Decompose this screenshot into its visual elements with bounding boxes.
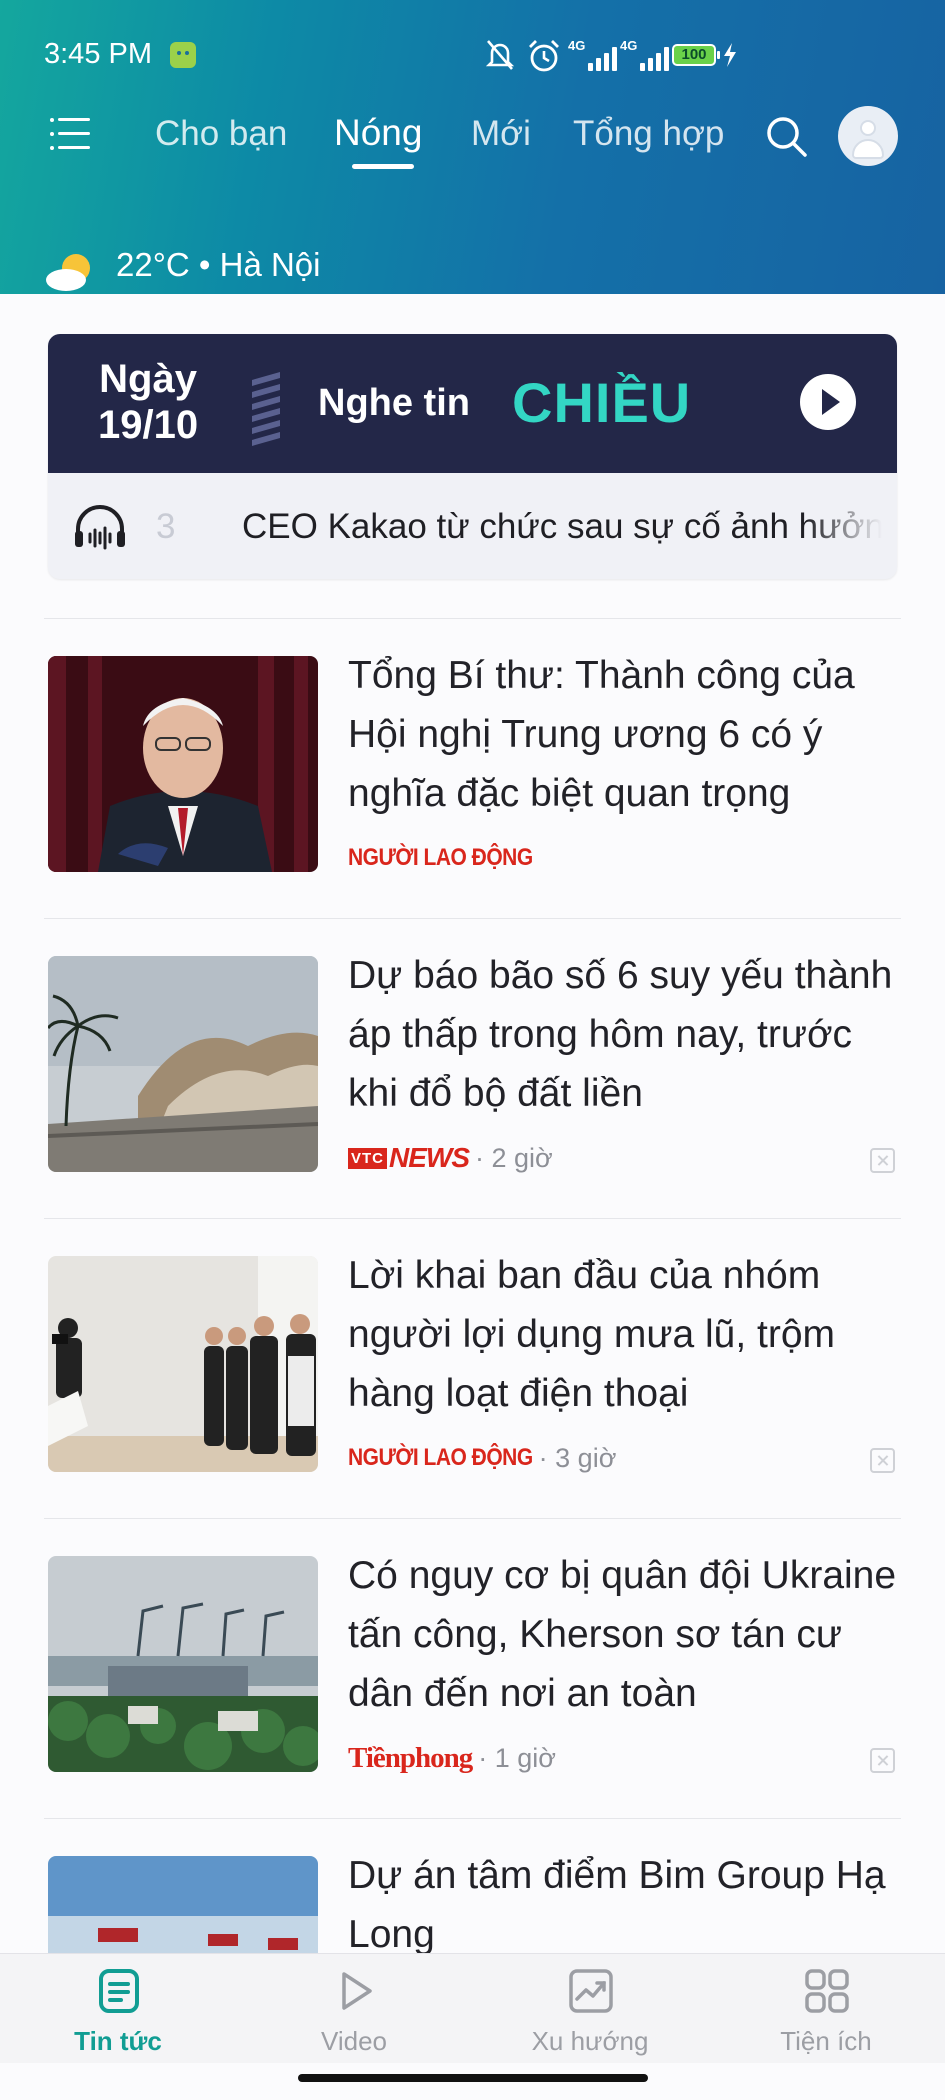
network-type-label: 4G bbox=[568, 38, 586, 53]
trending-icon bbox=[569, 1969, 613, 2013]
dismiss-icon[interactable] bbox=[870, 1448, 895, 1473]
source-logo: Tiềnphong bbox=[348, 1741, 473, 1774]
article-thumbnail bbox=[48, 656, 318, 872]
audio-ticker-bar: 3 CEO Kakao từ chức sau sự cố ảnh hưởng bbox=[48, 473, 897, 579]
audio-date-value: 19/10 bbox=[98, 403, 199, 447]
tab-tong-hop[interactable]: Tổng hợp bbox=[573, 114, 724, 154]
signal-strength-icon: 4G bbox=[568, 38, 618, 71]
source-logo: NGƯỜI LAO ĐỘNG bbox=[348, 844, 533, 871]
news-item[interactable]: Tổng Bí thư: Thành công của Hội nghị Tru… bbox=[48, 654, 897, 874]
article-thumbnail bbox=[48, 956, 318, 1172]
android-icon bbox=[170, 42, 196, 68]
status-time: 3:45 PM bbox=[44, 38, 152, 70]
apps-grid-icon bbox=[805, 1969, 849, 2013]
divider bbox=[44, 1518, 901, 1519]
tab-moi[interactable]: Mới bbox=[471, 114, 531, 154]
article-thumbnail bbox=[48, 1856, 318, 1953]
audio-news-banner[interactable]: Ngày 19/10 Nghe tin CHIỀU 3 CEO Kakao từ… bbox=[48, 334, 897, 579]
audio-title-accent: CHIỀU bbox=[512, 371, 692, 434]
headphones-icon bbox=[75, 505, 125, 550]
article-meta: Tiềnphong · 1 giờ bbox=[348, 1742, 556, 1774]
avatar[interactable] bbox=[838, 106, 898, 166]
article-title[interactable]: Dự báo bão số 6 suy yếu thành áp thấp tr… bbox=[348, 946, 900, 1123]
divider bbox=[44, 918, 901, 919]
source-logo-vtc: VTC bbox=[348, 1147, 387, 1169]
source-logo: VTC NEWS bbox=[348, 1142, 470, 1174]
charging-icon bbox=[724, 43, 736, 67]
app-header: 3:45 PM 4G 4G 100 Cho bạn Nóng Mới Tổng … bbox=[0, 0, 945, 294]
dismiss-icon[interactable] bbox=[870, 1748, 895, 1773]
weather-text: 22°C • Hà Nội bbox=[116, 246, 321, 283]
article-title[interactable]: Có nguy cơ bị quân đội Ukraine tấn công,… bbox=[348, 1546, 900, 1723]
news-icon bbox=[99, 1969, 139, 2013]
nav-label: Xu hướng bbox=[531, 2026, 649, 2056]
divider bbox=[44, 1818, 901, 1819]
partly-cloudy-icon bbox=[46, 254, 90, 291]
nav-tin-tuc[interactable]: Tin tức bbox=[0, 1954, 236, 2064]
tab-cho-ban[interactable]: Cho bạn bbox=[155, 114, 287, 154]
nav-label: Video bbox=[320, 2026, 388, 2056]
nav-video[interactable]: Video bbox=[236, 1954, 472, 2064]
nav-xu-huong[interactable]: Xu hướng bbox=[472, 1954, 708, 2064]
signal-strength-icon: 4G bbox=[620, 38, 670, 71]
article-title[interactable]: Lời khai ban đầu của nhóm người lợi dụng… bbox=[348, 1246, 900, 1423]
active-tab-indicator bbox=[352, 164, 414, 169]
article-meta: NGƯỜI LAO ĐỘNG · 3 giờ bbox=[348, 1442, 616, 1474]
article-time: · 2 giờ bbox=[475, 1142, 553, 1173]
audio-item-index: 3 bbox=[156, 507, 176, 546]
nav-label: Tin tức bbox=[74, 2026, 162, 2056]
article-meta: NGƯỜI LAO ĐỘNG bbox=[348, 842, 533, 874]
source-logo-news: NEWS bbox=[389, 1142, 470, 1173]
article-title[interactable]: Tổng Bí thư: Thành công của Hội nghị Tru… bbox=[348, 646, 900, 823]
nav-tien-ich[interactable]: Tiện ích bbox=[708, 1954, 944, 2064]
news-item[interactable]: Có nguy cơ bị quân đội Ukraine tấn công,… bbox=[48, 1554, 897, 1774]
search-icon[interactable] bbox=[764, 114, 810, 160]
news-item[interactable]: Dự báo bão số 6 suy yếu thành áp thấp tr… bbox=[48, 954, 897, 1174]
dismiss-icon[interactable] bbox=[870, 1148, 895, 1173]
divider bbox=[44, 618, 901, 619]
audio-date-label: Ngày bbox=[99, 357, 197, 401]
alarm-icon bbox=[529, 40, 559, 72]
news-item[interactable]: Dự án tâm điểm Bim Group Hạ Long bbox=[48, 1856, 897, 1953]
decorative-stripes-icon bbox=[252, 372, 280, 446]
audio-title: Nghe tin bbox=[318, 382, 470, 424]
battery-icon: 100 bbox=[672, 44, 720, 66]
home-indicator[interactable] bbox=[298, 2074, 648, 2082]
audio-date: Ngày 19/10 bbox=[98, 356, 198, 448]
article-thumbnail bbox=[48, 1556, 318, 1772]
bottom-navigation: Tin tức Video Xu hướng Tiện ích bbox=[0, 1953, 945, 2063]
source-logo: NGƯỜI LAO ĐỘNG bbox=[348, 1444, 533, 1471]
play-button[interactable] bbox=[800, 374, 856, 430]
play-icon bbox=[342, 1972, 372, 2010]
tab-nong[interactable]: Nóng bbox=[334, 112, 422, 154]
news-item[interactable]: Lời khai ban đầu của nhóm người lợi dụng… bbox=[48, 1254, 897, 1474]
divider bbox=[44, 1218, 901, 1219]
article-time: · 3 giờ bbox=[538, 1442, 617, 1473]
article-meta: VTC NEWS · 2 giờ bbox=[348, 1142, 553, 1174]
audio-banner-header: Ngày 19/10 Nghe tin CHIỀU bbox=[48, 334, 897, 473]
article-title[interactable]: Dự án tâm điểm Bim Group Hạ Long bbox=[348, 1856, 897, 1953]
status-bar: 3:45 PM 4G 4G 100 bbox=[0, 0, 945, 112]
network-type-label: 4G bbox=[620, 38, 638, 53]
article-thumbnail bbox=[48, 1256, 318, 1472]
nav-label: Tiện ích bbox=[780, 2026, 872, 2056]
article-time: · 1 giờ bbox=[478, 1742, 556, 1773]
bell-off-icon bbox=[485, 40, 515, 70]
audio-ticker-text[interactable]: CEO Kakao từ chức sau sự cố ảnh hưởng bbox=[242, 507, 882, 547]
